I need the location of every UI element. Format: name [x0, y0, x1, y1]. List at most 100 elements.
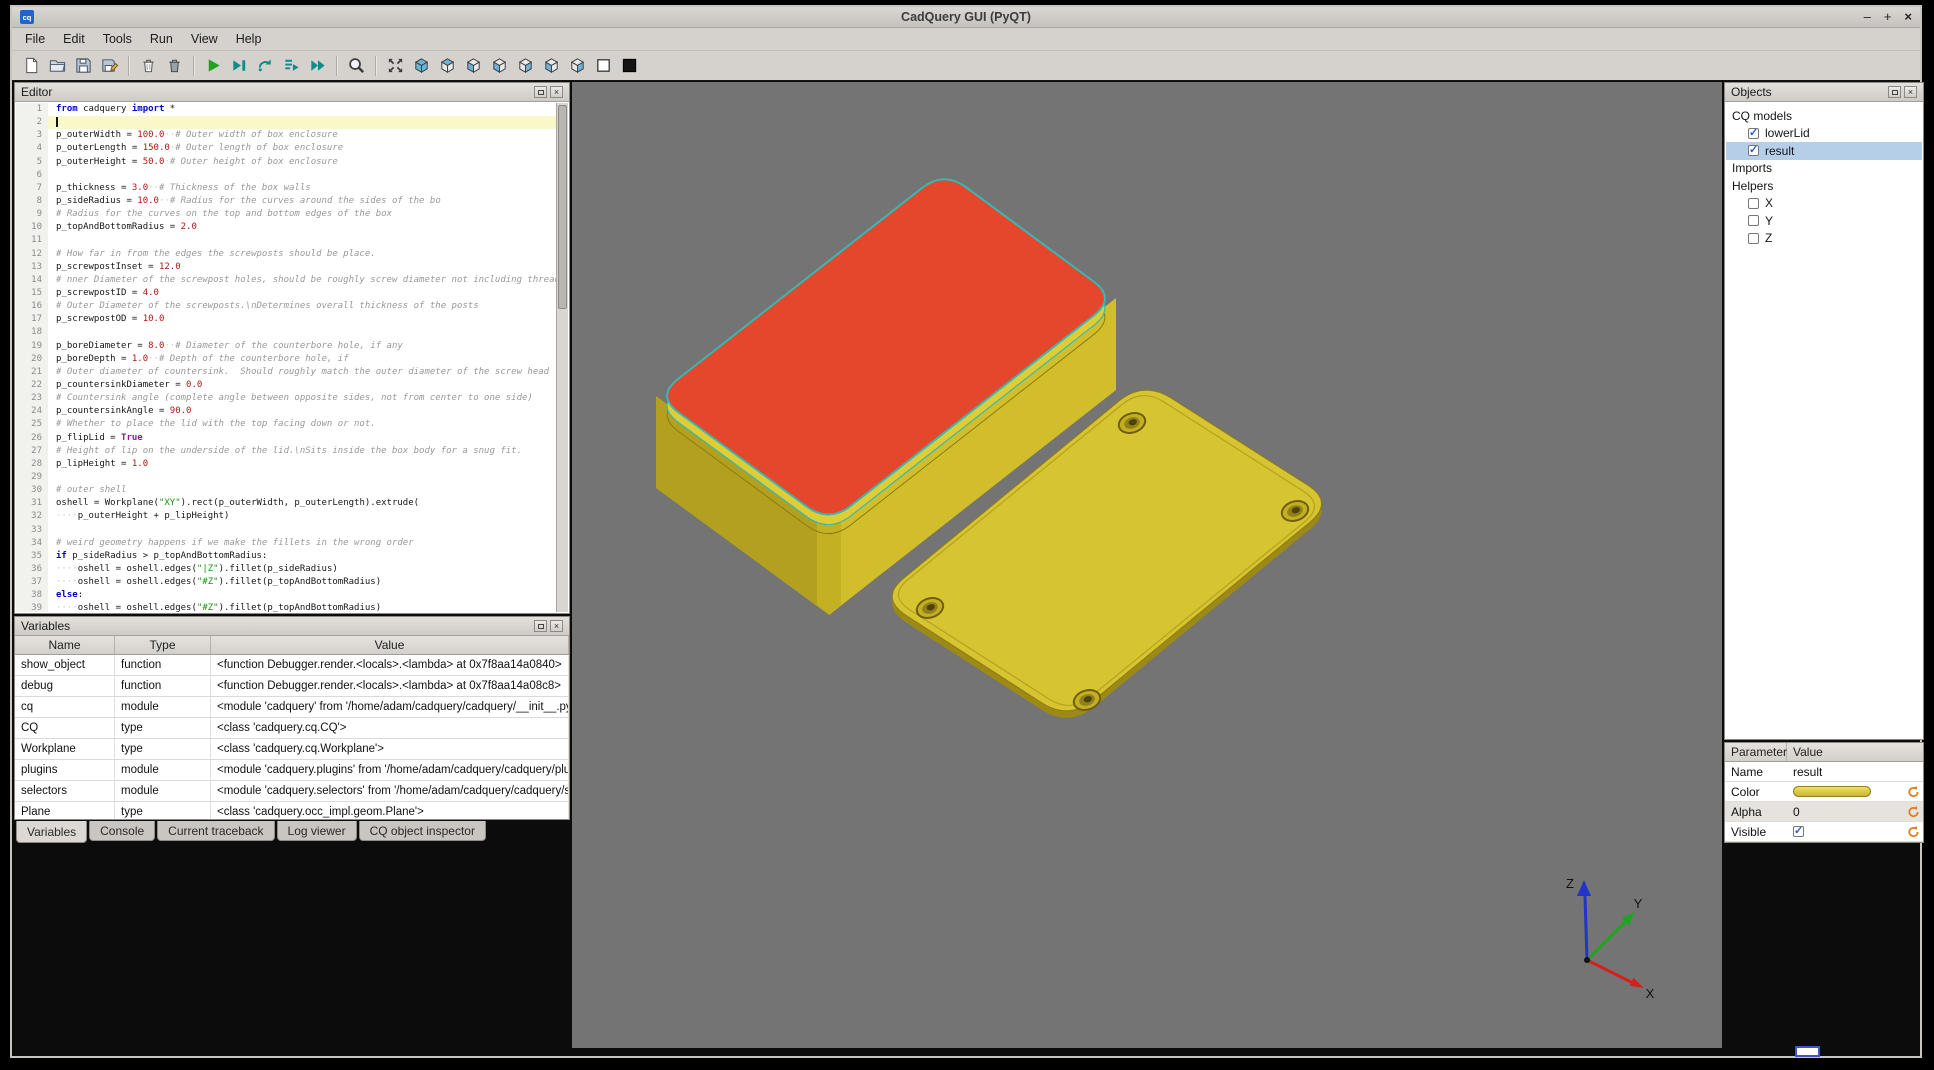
parameter-row-alpha[interactable]: Alpha0 [1725, 802, 1923, 822]
visible-checkbox[interactable] [1793, 826, 1804, 837]
code-line-8[interactable]: 8p_sideRadius = 10.0··# Radius for the c… [16, 195, 556, 208]
continue-button[interactable] [304, 53, 330, 79]
tab-cq-object-inspector[interactable]: CQ object inspector [359, 821, 486, 841]
clear-button[interactable] [135, 53, 161, 79]
view-back-button[interactable] [564, 53, 590, 79]
visibility-checkbox[interactable] [1748, 198, 1759, 209]
tab-current-traceback[interactable]: Current traceback [157, 821, 274, 841]
code-line-35[interactable]: 35if p_sideRadius > p_topAndBottomRadius… [16, 550, 556, 563]
zoom-button[interactable] [343, 53, 369, 79]
view-left-button[interactable] [486, 53, 512, 79]
code-line-20[interactable]: 20p_boreDepth = 1.0··# Depth of the coun… [16, 353, 556, 366]
delete-button[interactable] [161, 53, 187, 79]
code-line-11[interactable]: 11 [16, 234, 556, 247]
table-row[interactable]: cqmodule<module 'cadquery' from '/home/a… [15, 697, 569, 718]
tree-item-z[interactable]: Z [1726, 230, 1922, 248]
visibility-checkbox[interactable] [1748, 128, 1759, 139]
save-as-button[interactable] [96, 53, 122, 79]
wireframe-button[interactable] [590, 53, 616, 79]
open-file-button[interactable] [44, 53, 70, 79]
shaded-button[interactable] [616, 53, 642, 79]
view-iso-button[interactable] [408, 53, 434, 79]
code-line-36[interactable]: 36····oshell = oshell.edges("|Z").fillet… [16, 563, 556, 576]
close-panel-button[interactable]: × [1904, 86, 1917, 98]
code-line-13[interactable]: 13p_screwpostInset = 12.0 [16, 261, 556, 274]
step-over-button[interactable] [252, 53, 278, 79]
close-panel-button[interactable]: × [550, 86, 563, 98]
menu-view[interactable]: View [182, 29, 227, 49]
float-panel-button[interactable] [1888, 86, 1901, 98]
reset-button[interactable] [1907, 805, 1920, 818]
code-line-16[interactable]: 16# Outer Diameter of the screwposts.\nD… [16, 300, 556, 313]
tree-item-x[interactable]: X [1726, 195, 1922, 213]
tree-group-imports[interactable]: Imports [1726, 160, 1922, 178]
code-line-17[interactable]: 17p_screwpostOD = 10.0 [16, 313, 556, 326]
close-button[interactable]: × [1904, 10, 1912, 24]
code-line-38[interactable]: 38else: [16, 589, 556, 602]
viewport-3d[interactable]: Z Y X [572, 82, 1722, 1048]
menu-tools[interactable]: Tools [94, 29, 141, 49]
reset-button[interactable] [1907, 785, 1920, 798]
code-line-19[interactable]: 19p_boreDiameter = 8.0··# Diameter of th… [16, 340, 556, 353]
code-line-2[interactable]: 2 [16, 116, 556, 129]
code-line-14[interactable]: 14# nner Diameter of the screwpost holes… [16, 274, 556, 287]
code-line-32[interactable]: 32····p_outerHeight + p_lipHeight) [16, 510, 556, 523]
tree-item-y[interactable]: Y [1726, 212, 1922, 230]
scrollbar-thumb[interactable] [558, 105, 567, 309]
code-line-1[interactable]: 1from cadquery import * [16, 103, 556, 116]
menu-run[interactable]: Run [141, 29, 182, 49]
table-row[interactable]: debugfunction<function Debugger.render.<… [15, 676, 569, 697]
new-file-button[interactable] [18, 53, 44, 79]
menu-file[interactable]: File [16, 29, 54, 49]
code-line-24[interactable]: 24p_countersinkAngle = 90.0 [16, 405, 556, 418]
tab-console[interactable]: Console [89, 821, 155, 841]
menu-edit[interactable]: Edit [54, 29, 94, 49]
float-panel-button[interactable] [534, 86, 547, 98]
view-bottom-button[interactable] [460, 53, 486, 79]
debug-button[interactable] [226, 53, 252, 79]
code-line-27[interactable]: 27# Height of lip on the underside of th… [16, 445, 556, 458]
table-row[interactable]: Planetype<class 'cadquery.occ_impl.geom.… [15, 802, 569, 820]
color-swatch[interactable] [1793, 786, 1871, 797]
code-line-37[interactable]: 37····oshell = oshell.edges("#Z").fillet… [16, 576, 556, 589]
reset-button[interactable] [1907, 825, 1920, 838]
code-line-39[interactable]: 39····oshell = oshell.edges("#Z").fillet… [16, 602, 556, 612]
code-line-5[interactable]: 5p_outerHeight = 50.0·# Outer height of … [16, 156, 556, 169]
tree-group-cq-models[interactable]: CQ models [1726, 107, 1922, 125]
code-line-28[interactable]: 28p_lipHeight = 1.0 [16, 458, 556, 471]
visibility-checkbox[interactable] [1748, 215, 1759, 226]
save-file-button[interactable] [70, 53, 96, 79]
code-line-23[interactable]: 23# Countersink angle (complete angle be… [16, 392, 556, 405]
code-line-25[interactable]: 25# Whether to place the lid with the to… [16, 418, 556, 431]
code-line-22[interactable]: 22p_countersinkDiameter = 0.0 [16, 379, 556, 392]
code-line-15[interactable]: 15p_screwpostID = 4.0 [16, 287, 556, 300]
table-row[interactable]: pluginsmodule<module 'cadquery.plugins' … [15, 760, 569, 781]
code-line-10[interactable]: 10p_topAndBottomRadius = 2.0 [16, 221, 556, 234]
code-line-33[interactable]: 33 [16, 524, 556, 537]
close-panel-button[interactable]: × [550, 620, 563, 632]
code-line-29[interactable]: 29 [16, 471, 556, 484]
visibility-checkbox[interactable] [1748, 233, 1759, 244]
table-row[interactable]: Workplanetype<class 'cadquery.cq.Workpla… [15, 739, 569, 760]
editor-scrollbar[interactable] [556, 103, 568, 612]
view-front-button[interactable] [538, 53, 564, 79]
code-area[interactable]: 1from cadquery import *23p_outerWidth = … [16, 103, 556, 612]
maximize-button[interactable]: + [1884, 10, 1892, 24]
code-line-9[interactable]: 9# Radius for the curves on the top and … [16, 208, 556, 221]
tree-group-helpers[interactable]: Helpers [1726, 177, 1922, 195]
code-line-12[interactable]: 12# How far in from the edges the screwp… [16, 248, 556, 261]
tab-log-viewer[interactable]: Log viewer [277, 821, 357, 841]
table-row[interactable]: show_objectfunction<function Debugger.re… [15, 655, 569, 676]
parameter-row-name[interactable]: Nameresult [1725, 762, 1923, 782]
code-line-30[interactable]: 30# outer shell [16, 484, 556, 497]
code-line-31[interactable]: 31oshell = Workplane("XY").rect(p_outerW… [16, 497, 556, 510]
minimize-button[interactable]: – [1864, 10, 1871, 24]
code-line-18[interactable]: 18 [16, 326, 556, 339]
table-row[interactable]: selectorsmodule<module 'cadquery.selecto… [15, 781, 569, 802]
view-right-button[interactable] [512, 53, 538, 79]
code-line-4[interactable]: 4p_outerLength = 150.0·# Outer length of… [16, 142, 556, 155]
code-line-6[interactable]: 6 [16, 169, 556, 182]
fit-all-button[interactable] [382, 53, 408, 79]
code-line-3[interactable]: 3p_outerWidth = 100.0··# Outer width of … [16, 129, 556, 142]
tree-item-result[interactable]: result [1726, 142, 1922, 160]
